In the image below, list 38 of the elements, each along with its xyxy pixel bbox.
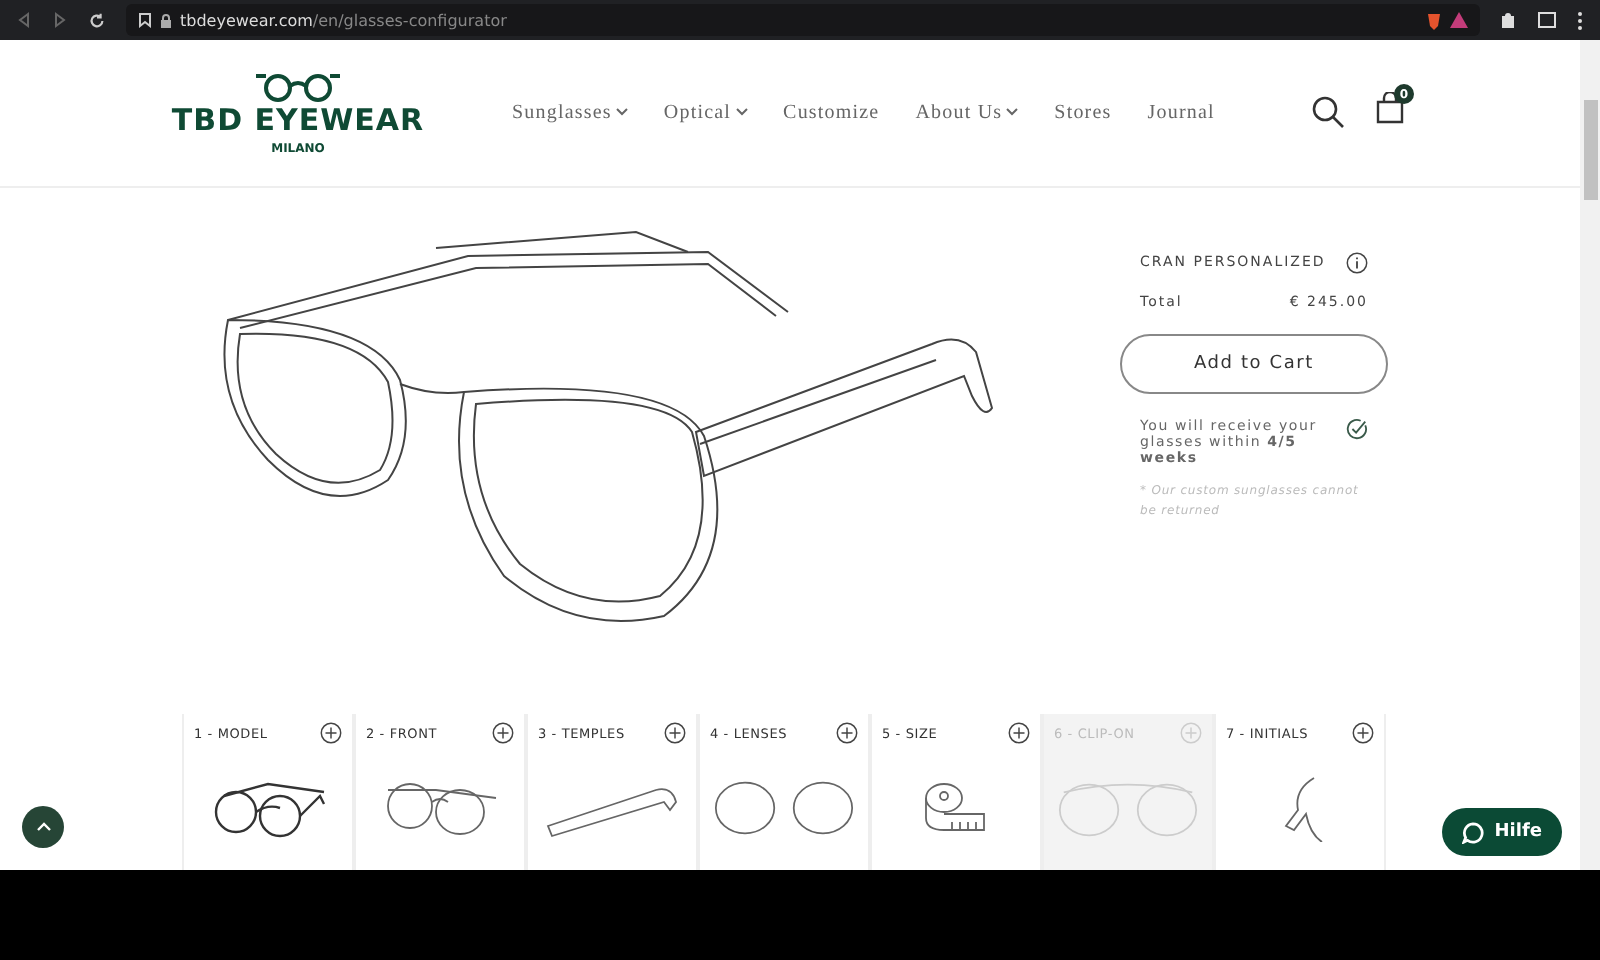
shopping-bag-icon[interactable]	[1376, 92, 1404, 125]
plus-circle-icon[interactable]	[664, 722, 686, 745]
plus-circle-icon[interactable]	[1008, 722, 1030, 745]
search-icon[interactable]	[1312, 96, 1344, 129]
scrollbar-thumb[interactable]	[1583, 100, 1597, 200]
shield-icon[interactable]	[1426, 11, 1442, 29]
triangle-icon[interactable]	[1450, 12, 1468, 28]
glasses-logo-icon[interactable]	[254, 69, 342, 102]
nav-link[interactable]: Sunglasses	[512, 101, 628, 124]
nav-link[interactable]: Journal	[1147, 101, 1215, 124]
add-to-cart-button[interactable]: Add to Cart	[1120, 333, 1388, 394]
plus-circle-icon[interactable]	[492, 722, 514, 745]
caret-icon	[735, 108, 748, 117]
info-icon[interactable]	[1346, 251, 1368, 274]
forward-icon[interactable]	[52, 12, 68, 28]
nav-link[interactable]: Stores	[1054, 101, 1112, 124]
nav-link[interactable]: Customize	[783, 101, 880, 124]
back-icon[interactable]	[16, 12, 32, 28]
plus-circle-icon[interactable]	[320, 722, 342, 745]
lock-icon	[160, 13, 172, 27]
caret-icon	[615, 108, 628, 117]
plus-circle-icon[interactable]	[1352, 722, 1374, 745]
bookmark-icon[interactable]	[138, 12, 152, 28]
scroll-top-button[interactable]	[22, 806, 64, 848]
help-button[interactable]: Hilfe	[1442, 808, 1562, 856]
url-text: tbdeyewear.com/en/glasses-configurator	[180, 11, 507, 29]
chat-bubble-icon	[1462, 821, 1485, 843]
nav-link[interactable]: Optical	[663, 101, 748, 124]
check-circle-icon	[1346, 417, 1368, 440]
lenses-icon	[710, 777, 858, 838]
caret-icon	[1006, 108, 1019, 117]
logo-text[interactable]: TBD EYEWEAR	[171, 101, 425, 138]
plus-circle-icon[interactable]	[836, 722, 858, 745]
menu-icon[interactable]	[1576, 11, 1584, 29]
address-bar[interactable]: tbdeyewear.com/en/glasses-configurator	[126, 4, 1480, 36]
reload-icon[interactable]	[88, 11, 106, 29]
nav-link[interactable]: About Us	[915, 101, 1019, 124]
chevron-up-icon	[35, 822, 51, 832]
